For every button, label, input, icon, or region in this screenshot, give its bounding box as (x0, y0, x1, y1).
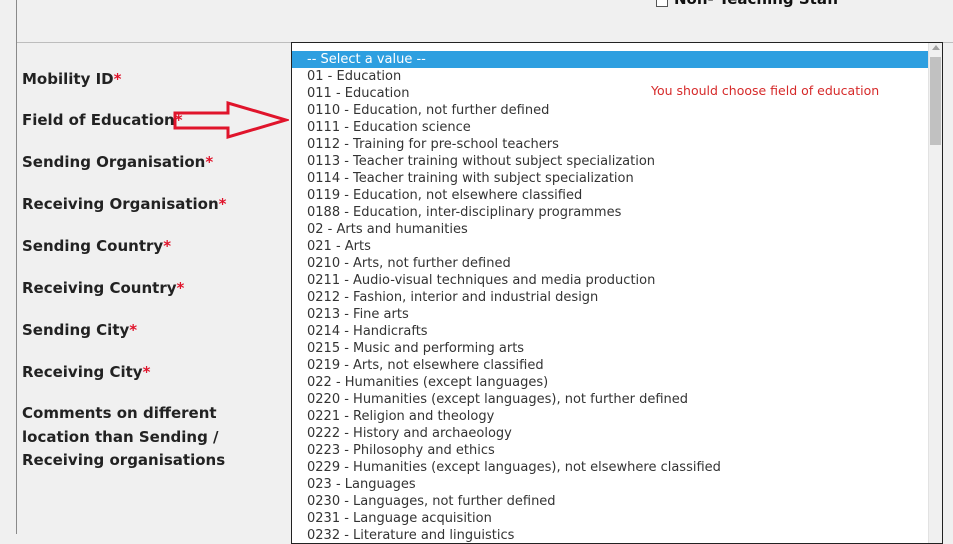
form-left-border (16, 0, 17, 534)
dropdown-option[interactable]: 0110 - Education, not further defined (292, 102, 929, 119)
dropdown-option[interactable]: 0188 - Education, inter-disciplinary pro… (292, 204, 929, 221)
dropdown-option[interactable]: 0221 - Religion and theology (292, 408, 929, 425)
option-list[interactable]: -- Select a value -- 01 - Education 011 - … (292, 51, 929, 543)
receiving-country-label: Receiving Country* (22, 279, 185, 297)
listbox-scrollbar[interactable] (928, 43, 942, 543)
dropdown-option[interactable]: 0111 - Education science (292, 119, 929, 136)
field-of-education-listbox[interactable]: -- Select a value -- 01 - Education 011 - … (291, 42, 943, 544)
receiving-city-label: Receiving City* (22, 363, 151, 381)
dropdown-option[interactable]: 0214 - Handicrafts (292, 323, 929, 340)
comments-label: Comments on different location than Send… (22, 404, 226, 469)
dropdown-option[interactable]: 02 - Arts and humanities (292, 221, 929, 238)
option-placeholder[interactable]: -- Select a value -- (292, 51, 929, 68)
dropdown-option[interactable]: 0220 - Humanities (except languages), no… (292, 391, 929, 408)
dropdown-option[interactable]: 0212 - Fashion, interior and industrial … (292, 289, 929, 306)
field-of-education-error: You should choose field of education (651, 83, 880, 98)
sending-organisation-label: Sending Organisation* (22, 153, 214, 171)
dropdown-option[interactable]: 0210 - Arts, not further defined (292, 255, 929, 272)
dropdown-option[interactable]: 021 - Arts (292, 238, 929, 255)
receiving-organisation-label: Receiving Organisation* (22, 195, 227, 213)
dropdown-option[interactable]: 0215 - Music and performing arts (292, 340, 929, 357)
dropdown-option[interactable]: 0119 - Education, not elsewhere classifi… (292, 187, 929, 204)
dropdown-option[interactable]: 0232 - Literature and linguistics (292, 527, 929, 543)
non-teaching-staff-label: Non- Teaching Staff (674, 0, 839, 8)
dropdown-option[interactable]: 0219 - Arts, not elsewhere classified (292, 357, 929, 374)
dropdown-option[interactable]: 0222 - History and archaeology (292, 425, 929, 442)
non-teaching-staff-checkbox[interactable] (656, 0, 668, 7)
dropdown-option[interactable]: 0113 - Teacher training without subject … (292, 153, 929, 170)
sending-city-label: Sending City* (22, 321, 138, 339)
sending-country-label: Sending Country* (22, 237, 172, 255)
dropdown-option[interactable]: 0230 - Languages, not further defined (292, 493, 929, 510)
scrollbar-thumb[interactable] (930, 57, 941, 145)
dropdown-option[interactable]: 023 - Languages (292, 476, 929, 493)
dropdown-option[interactable]: 0229 - Humanities (except languages), no… (292, 459, 929, 476)
red-arrow-icon (173, 100, 289, 140)
scroll-up-arrow-icon[interactable] (932, 45, 940, 50)
dropdown-option[interactable]: 0114 - Teacher training with subject spe… (292, 170, 929, 187)
dropdown-option[interactable]: 0231 - Language acquisition (292, 510, 929, 527)
dropdown-option[interactable]: 0213 - Fine arts (292, 306, 929, 323)
dropdown-option[interactable]: 0112 - Training for pre-school teachers (292, 136, 929, 153)
mobility-id-label: Mobility ID* (22, 70, 122, 88)
field-of-education-label: Field of Education* (22, 111, 183, 129)
dropdown-option[interactable]: 0223 - Philosophy and ethics (292, 442, 929, 459)
dropdown-option[interactable]: 022 - Humanities (except languages) (292, 374, 929, 391)
non-teaching-staff-option[interactable]: Non- Teaching Staff (656, 0, 839, 8)
dropdown-option[interactable]: 0211 - Audio-visual techniques and media… (292, 272, 929, 289)
